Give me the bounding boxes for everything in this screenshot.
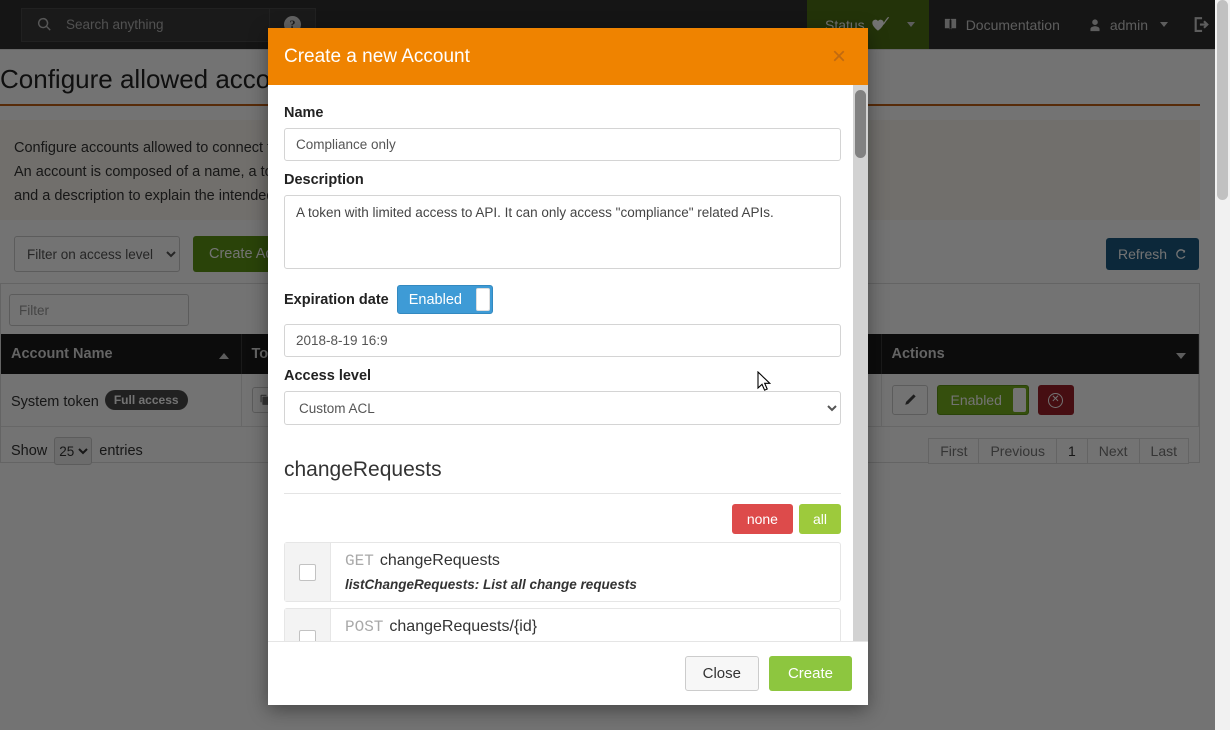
acl-group-title: changeRequests — [284, 458, 841, 494]
close-button[interactable]: Close — [685, 656, 759, 691]
name-input[interactable] — [284, 128, 841, 161]
list-item[interactable]: POSTchangeRequests/{id} updateRequestsDe… — [284, 608, 841, 641]
modal-scrollbar-thumb[interactable] — [855, 90, 866, 158]
acl-text: POSTchangeRequests/{id} updateRequestsDe… — [331, 609, 769, 641]
acl-description: listChangeRequests: List all change requ… — [345, 577, 637, 592]
create-button[interactable]: Create — [769, 656, 852, 691]
toggle-knob — [476, 288, 490, 311]
modal-body: Name Description Expiration date Enabled… — [268, 85, 868, 641]
acl-checkbox-cell[interactable] — [285, 609, 331, 641]
expiration-label: Expiration date — [284, 292, 389, 308]
acl-checkbox[interactable] — [299, 564, 316, 581]
acl-text: GET changeRequests listChangeRequests: Li… — [331, 543, 649, 601]
acl-select-all-button[interactable]: all — [799, 504, 841, 534]
acl-path: changeRequests — [380, 552, 500, 569]
page-scrollbar-thumb[interactable] — [1217, 0, 1228, 200]
create-account-modal: Create a new Account × Name Description … — [268, 28, 868, 705]
modal-title: Create a new Account — [284, 46, 470, 68]
acl-endpoint: POST changeRequests/{id} — [345, 618, 757, 636]
description-field-block: Description — [284, 172, 846, 274]
expiration-row: Expiration date Enabled — [284, 285, 846, 314]
expiration-enabled-toggle[interactable]: Enabled — [397, 285, 493, 314]
modal-footer: Close Create — [268, 641, 868, 705]
access-level-block: Access level Custom ACL — [284, 368, 846, 425]
access-level-select[interactable]: Custom ACL — [284, 391, 841, 425]
page-scrollbar[interactable] — [1215, 0, 1230, 730]
acl-verb: POST — [345, 618, 383, 636]
access-level-label: Access level — [284, 368, 846, 384]
acl-bulk-buttons: none all — [284, 504, 841, 534]
expiration-toggle-label: Enabled — [409, 292, 462, 308]
acl-checkbox[interactable] — [299, 630, 316, 642]
name-field-block: Name — [284, 105, 846, 161]
name-label: Name — [284, 105, 846, 121]
close-icon[interactable]: × — [826, 44, 852, 70]
modal-header: Create a new Account × — [268, 28, 868, 85]
expiration-date-input[interactable] — [284, 324, 841, 357]
list-item[interactable]: GET changeRequests listChangeRequests: Li… — [284, 542, 841, 602]
acl-checkbox-cell[interactable] — [285, 543, 331, 601]
description-textarea[interactable] — [284, 195, 841, 269]
description-label: Description — [284, 172, 846, 188]
acl-endpoint: GET changeRequests — [345, 552, 637, 570]
modal-scrollbar[interactable] — [853, 85, 868, 641]
acl-verb: GET — [345, 552, 374, 570]
acl-select-none-button[interactable]: none — [732, 504, 793, 534]
acl-path: changeRequests/{id} — [389, 618, 537, 635]
expiration-date-block — [284, 324, 846, 357]
